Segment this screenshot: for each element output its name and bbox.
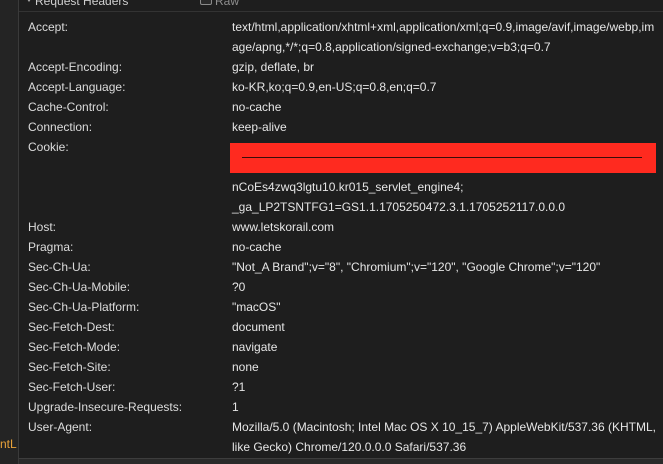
redaction-strike-line [242, 157, 642, 158]
header-name: Accept: [28, 20, 69, 34]
section-divider [19, 11, 663, 12]
header-value: Mozilla/5.0 (Macintosh; Intel Mac OS X 1… [232, 420, 656, 454]
header-name: Upgrade-Insecure-Requests: [28, 400, 183, 414]
header-name: Sec-Fetch-Dest: [28, 320, 115, 334]
header-name: Sec-Fetch-Mode: [28, 340, 121, 354]
request-name-fragment[interactable]: ntL [0, 437, 17, 451]
request-headers-section-header[interactable]: Request Headers Raw [19, 0, 663, 10]
header-value: "Not_A Brand";v="8", "Chromium";v="120",… [232, 260, 601, 274]
header-name: Sec-Fetch-Site: [28, 360, 111, 374]
disclosure-triangle-icon[interactable] [25, 0, 33, 2]
header-name: User-Agent: [28, 420, 93, 434]
cookie-value-line-1: nCoEs4zwq3lgtu10.kr015_servlet_engine4; [232, 180, 464, 194]
header-value: no-cache [232, 100, 282, 114]
raw-checkbox-label[interactable]: Raw [215, 0, 239, 8]
header-value: ?1 [232, 380, 246, 394]
header-name: Cache-Control: [28, 100, 109, 114]
header-value: document [232, 320, 285, 334]
header-name: Host: [28, 220, 57, 234]
network-request-list-edge[interactable]: ntL [0, 0, 19, 464]
header-value: ko-KR,ko;q=0.9,en-US;q=0.8,en;q=0.7 [232, 80, 437, 94]
header-name: Sec-Ch-Ua-Platform: [28, 300, 140, 314]
header-value: no-cache [232, 240, 282, 254]
header-value: navigate [232, 340, 278, 354]
header-value: www.letskorail.com [232, 220, 335, 234]
header-value: 1 [232, 400, 239, 414]
header-value: ?0 [232, 280, 246, 294]
header-name: Accept-Encoding: [28, 60, 123, 74]
header-name: Pragma: [28, 240, 74, 254]
header-name: Accept-Language: [28, 80, 126, 94]
header-name: Sec-Ch-Ua: [28, 260, 91, 274]
header-name: Sec-Fetch-User: [28, 380, 116, 394]
header-value: gzip, deflate, br [232, 60, 315, 74]
header-value: keep-alive [232, 120, 287, 134]
horizontal-scrollbar[interactable] [19, 458, 663, 464]
headers-panel: Request Headers Raw Accept: text/html,ap… [19, 0, 663, 464]
header-name: Cookie: [28, 140, 69, 154]
header-name: Connection: [28, 120, 93, 134]
devtools-network-headers-view: ntL Request Headers Raw Accept: text/htm… [0, 0, 663, 464]
header-row-accept: Accept: text/html,application/xhtml+xml,… [19, 17, 663, 57]
header-value: none [232, 360, 259, 374]
header-value: text/html,application/xhtml+xml,applicat… [232, 20, 655, 54]
header-value: "macOS" [232, 300, 281, 314]
cookie-value-line-2: _ga_LP2TSNTFG1=GS1.1.1705250472.3.1.1705… [232, 200, 566, 214]
request-headers-title: Request Headers [35, 0, 129, 8]
raw-checkbox[interactable] [200, 0, 212, 5]
header-row-user-agent: User-Agent: Mozilla/5.0 (Macintosh; Inte… [19, 417, 663, 457]
header-name: Sec-Ch-Ua-Mobile: [28, 280, 131, 294]
cookie-redaction-box [230, 143, 656, 173]
